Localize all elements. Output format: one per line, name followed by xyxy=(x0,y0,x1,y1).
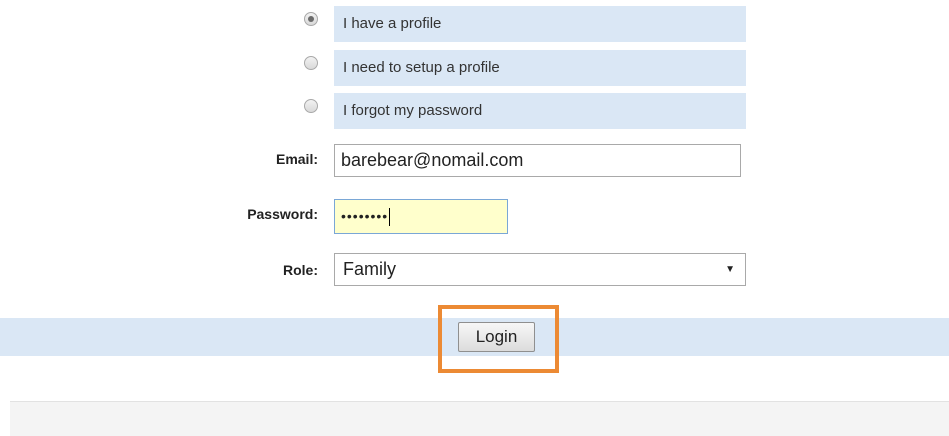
option-forgot-password[interactable]: I forgot my password xyxy=(0,93,949,129)
radio-have-profile[interactable] xyxy=(304,12,318,26)
text-cursor xyxy=(389,208,391,227)
email-label: Email: xyxy=(275,151,318,167)
option-have-profile-label[interactable]: I have a profile xyxy=(334,6,746,42)
footer-bar xyxy=(10,401,949,436)
password-mask: •••••••• xyxy=(341,208,389,224)
chevron-down-icon: ▼ xyxy=(725,264,735,275)
password-field[interactable]: •••••••• xyxy=(334,199,508,234)
role-label: Role: xyxy=(283,262,318,278)
login-button[interactable]: Login xyxy=(458,322,535,352)
option-have-profile[interactable]: I have a profile xyxy=(0,6,949,42)
role-select[interactable]: Family ▼ xyxy=(334,253,746,286)
radio-setup-profile[interactable] xyxy=(304,56,318,70)
password-label: Password: xyxy=(247,206,318,222)
option-setup-profile[interactable]: I need to setup a profile xyxy=(0,50,949,86)
radio-forgot-password[interactable] xyxy=(304,99,318,113)
email-field[interactable] xyxy=(334,144,741,177)
option-setup-profile-label[interactable]: I need to setup a profile xyxy=(334,50,746,86)
role-selected-value: Family xyxy=(343,259,396,279)
option-forgot-password-label[interactable]: I forgot my password xyxy=(334,93,746,129)
login-page: I have a profile I need to setup a profi… xyxy=(0,0,949,436)
